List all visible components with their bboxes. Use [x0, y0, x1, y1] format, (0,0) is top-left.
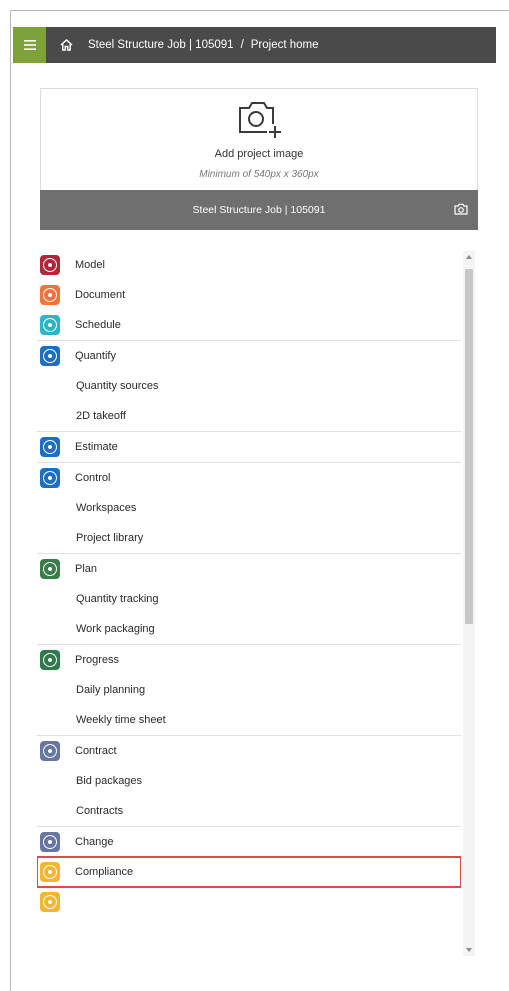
nav-item-plan[interactable]: Plan	[37, 554, 461, 584]
nav-item-label: Quantify	[75, 350, 116, 362]
schedule-icon	[40, 315, 60, 335]
top-bar: Steel Structure Job | 105091 / Project h…	[13, 27, 496, 63]
progress-icon	[40, 650, 60, 670]
camera-icon[interactable]	[454, 203, 468, 215]
nav-subitem-bid-packages[interactable]: Bid packages	[37, 766, 461, 796]
nav-item-quantify[interactable]: Quantify	[37, 341, 461, 371]
document-icon	[40, 285, 60, 305]
nav-item-label: Model	[75, 259, 105, 271]
nav-item-label: Change	[75, 836, 114, 848]
home-button[interactable]	[52, 27, 80, 63]
breadcrumb: Steel Structure Job | 105091 / Project h…	[88, 39, 319, 51]
nav-subitem-work-packaging[interactable]: Work packaging	[37, 614, 461, 644]
nav-item-schedule[interactable]: Schedule	[37, 310, 461, 340]
scroll-up-arrow[interactable]	[466, 255, 472, 259]
nav-item-control[interactable]: Control	[37, 463, 461, 493]
nav-item-label: Project library	[76, 532, 144, 544]
scroll-thumb[interactable]	[465, 269, 473, 624]
nav-item-label: Work packaging	[76, 623, 155, 635]
project-image-card[interactable]: Add project image Minimum of 540px x 360…	[40, 88, 478, 230]
nav-subitem-2d-takeoff[interactable]: 2D takeoff	[37, 401, 461, 431]
compliance-icon	[40, 862, 60, 882]
nav-item-label: Daily planning	[76, 684, 146, 696]
nav-subitem-contracts[interactable]: Contracts	[37, 796, 461, 826]
nav-item-estimate[interactable]: Estimate	[37, 432, 461, 462]
nav-item-label: Schedule	[75, 319, 121, 331]
nav-subitem-daily-planning[interactable]: Daily planning	[37, 675, 461, 705]
nav-subitem-workspaces[interactable]: Workspaces	[37, 493, 461, 523]
nav-item-label: Weekly time sheet	[76, 714, 166, 726]
nav-subitem-project-library[interactable]: Project library	[37, 523, 461, 553]
nav-subitem-quantity-sources[interactable]: Quantity sources	[37, 371, 461, 401]
nav-item-compliance[interactable]: Compliance	[37, 856, 461, 888]
breadcrumb-current: Project home	[250, 39, 319, 51]
nav-item-label: Contract	[75, 745, 117, 757]
add-project-image-label: Add project image	[214, 148, 304, 160]
hamburger-icon	[23, 40, 36, 50]
nav-scrollbar[interactable]	[463, 251, 475, 956]
module-nav-list: Model Document Schedule Quantify Quantit…	[37, 250, 461, 955]
menu-button[interactable]	[13, 27, 46, 63]
breadcrumb-separator: /	[240, 39, 244, 51]
scroll-down-arrow[interactable]	[466, 948, 472, 952]
partial-module-icon	[40, 892, 60, 912]
nav-item-label: Progress	[75, 654, 120, 666]
estimate-icon	[40, 437, 60, 457]
nav-item-label: Control	[75, 472, 111, 484]
quantify-icon	[40, 346, 60, 366]
nav-item-label: Quantity sources	[76, 380, 159, 392]
nav-item-label: Document	[75, 289, 126, 301]
model-icon	[40, 255, 60, 275]
control-icon	[40, 468, 60, 488]
project-name-bar: Steel Structure Job | 105091	[40, 190, 478, 230]
nav-item-progress[interactable]: Progress	[37, 645, 461, 675]
nav-item-document[interactable]: Document	[37, 280, 461, 310]
image-size-hint: Minimum of 540px x 360px	[199, 169, 319, 180]
nav-item-label: Bid packages	[76, 775, 143, 787]
nav-item-label: Plan	[75, 563, 98, 575]
nav-item-label: Estimate	[75, 441, 118, 453]
nav-item-contract[interactable]: Contract	[37, 736, 461, 766]
project-name: Steel Structure Job | 105091	[192, 204, 326, 216]
change-icon	[40, 832, 60, 852]
nav-item-label: 2D takeoff	[76, 410, 126, 422]
contract-icon	[40, 741, 60, 761]
nav-item-label: Quantity tracking	[76, 593, 159, 605]
camera-add-icon	[239, 102, 283, 140]
breadcrumb-job[interactable]: Steel Structure Job | 105091	[88, 39, 234, 51]
nav-subitem-weekly-time-sheet[interactable]: Weekly time sheet	[37, 705, 461, 735]
nav-item-partial[interactable]	[37, 887, 461, 917]
nav-item-label: Workspaces	[76, 502, 137, 514]
plan-icon	[40, 559, 60, 579]
nav-item-model[interactable]: Model	[37, 250, 461, 280]
nav-subitem-quantity-tracking[interactable]: Quantity tracking	[37, 584, 461, 614]
nav-item-label: Compliance	[75, 866, 134, 878]
nav-item-label: Contracts	[76, 805, 124, 817]
home-icon	[59, 39, 73, 51]
nav-item-change[interactable]: Change	[37, 827, 461, 857]
